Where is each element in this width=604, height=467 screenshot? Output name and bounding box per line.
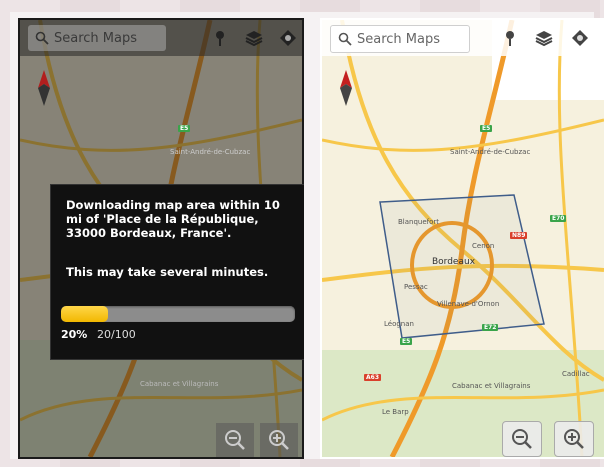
map-toolbar: Search Maps xyxy=(20,20,302,56)
road-shield: E70 xyxy=(550,215,567,222)
map-label: Saint-André-de-Cubzac xyxy=(450,148,531,156)
road-shield: E5 xyxy=(480,125,493,132)
road-shield: N89 xyxy=(510,232,528,239)
search-icon xyxy=(35,31,49,45)
layers-button[interactable] xyxy=(242,26,266,50)
search-placeholder: Search Maps xyxy=(54,30,138,46)
zoom-out-icon xyxy=(512,429,532,449)
download-message: Downloading map area within 10 mi of 'Pl… xyxy=(66,198,280,240)
road-shield: A63 xyxy=(364,374,381,381)
download-progress-bar xyxy=(61,306,295,322)
download-progress-dialog: Downloading map area within 10 mi of 'Pl… xyxy=(50,184,304,360)
right-phone-screen: Saint-André-de-Cubzac Blanquefort Bordea… xyxy=(320,18,604,459)
my-location-button[interactable] xyxy=(568,26,592,50)
screenshot-frame: Saint-André-de-Cubzac Cabanac et Villagr… xyxy=(10,12,604,459)
map-label: Saint-André-de-Cubzac xyxy=(170,148,251,156)
my-location-icon xyxy=(572,30,588,46)
map-label: Cenon xyxy=(472,242,495,250)
compass-icon[interactable] xyxy=(338,70,354,106)
road-shield: E72 xyxy=(482,324,499,331)
pin-icon xyxy=(216,31,224,46)
map-label: Blanquefort xyxy=(398,218,440,226)
progress-percent: 20% xyxy=(61,328,88,341)
road-shield: E5 xyxy=(178,125,191,132)
zoom-in-button[interactable] xyxy=(554,421,594,457)
zoom-out-button[interactable] xyxy=(216,423,254,457)
zoom-in-button[interactable] xyxy=(260,423,298,457)
map-label: Bordeaux xyxy=(432,257,476,267)
pin-icon xyxy=(506,31,514,46)
layers-button[interactable] xyxy=(532,26,556,50)
progress-count: 20/100 xyxy=(97,328,136,341)
my-location-button[interactable] xyxy=(276,26,300,50)
road-shield: E5 xyxy=(400,338,413,345)
map-label: Cadillac xyxy=(562,370,590,378)
map-label: Cabanac et Villagrains xyxy=(452,382,531,390)
layers-icon xyxy=(245,31,263,47)
zoom-out-icon xyxy=(225,430,245,450)
search-input[interactable]: Search Maps xyxy=(330,25,470,53)
compass-icon[interactable] xyxy=(36,70,52,106)
search-placeholder: Search Maps xyxy=(357,31,441,47)
my-location-icon xyxy=(280,30,296,46)
map-label: Le Barp xyxy=(382,408,409,416)
progress-fill xyxy=(61,306,108,322)
zoom-in-icon xyxy=(269,430,289,450)
layers-icon xyxy=(535,31,553,47)
map-label: Pessac xyxy=(404,283,428,291)
download-warning: This may take several minutes. xyxy=(66,265,269,279)
map-roads xyxy=(322,20,604,457)
place-pin-button[interactable] xyxy=(498,26,522,50)
search-input[interactable]: Search Maps xyxy=(28,25,166,51)
zoom-in-icon xyxy=(564,429,584,449)
zoom-out-button[interactable] xyxy=(502,421,542,457)
map-label: Cabanac et Villagrains xyxy=(140,380,219,388)
map-toolbar: Search Maps xyxy=(322,20,604,56)
map-label: Léognan xyxy=(384,320,414,328)
search-icon xyxy=(338,32,352,46)
map-label: Villenave-d'Ornon xyxy=(437,300,500,308)
place-pin-button[interactable] xyxy=(208,26,232,50)
left-phone-screen: Saint-André-de-Cubzac Cabanac et Villagr… xyxy=(18,18,304,459)
map-view[interactable]: Saint-André-de-Cubzac Blanquefort Bordea… xyxy=(322,20,604,457)
